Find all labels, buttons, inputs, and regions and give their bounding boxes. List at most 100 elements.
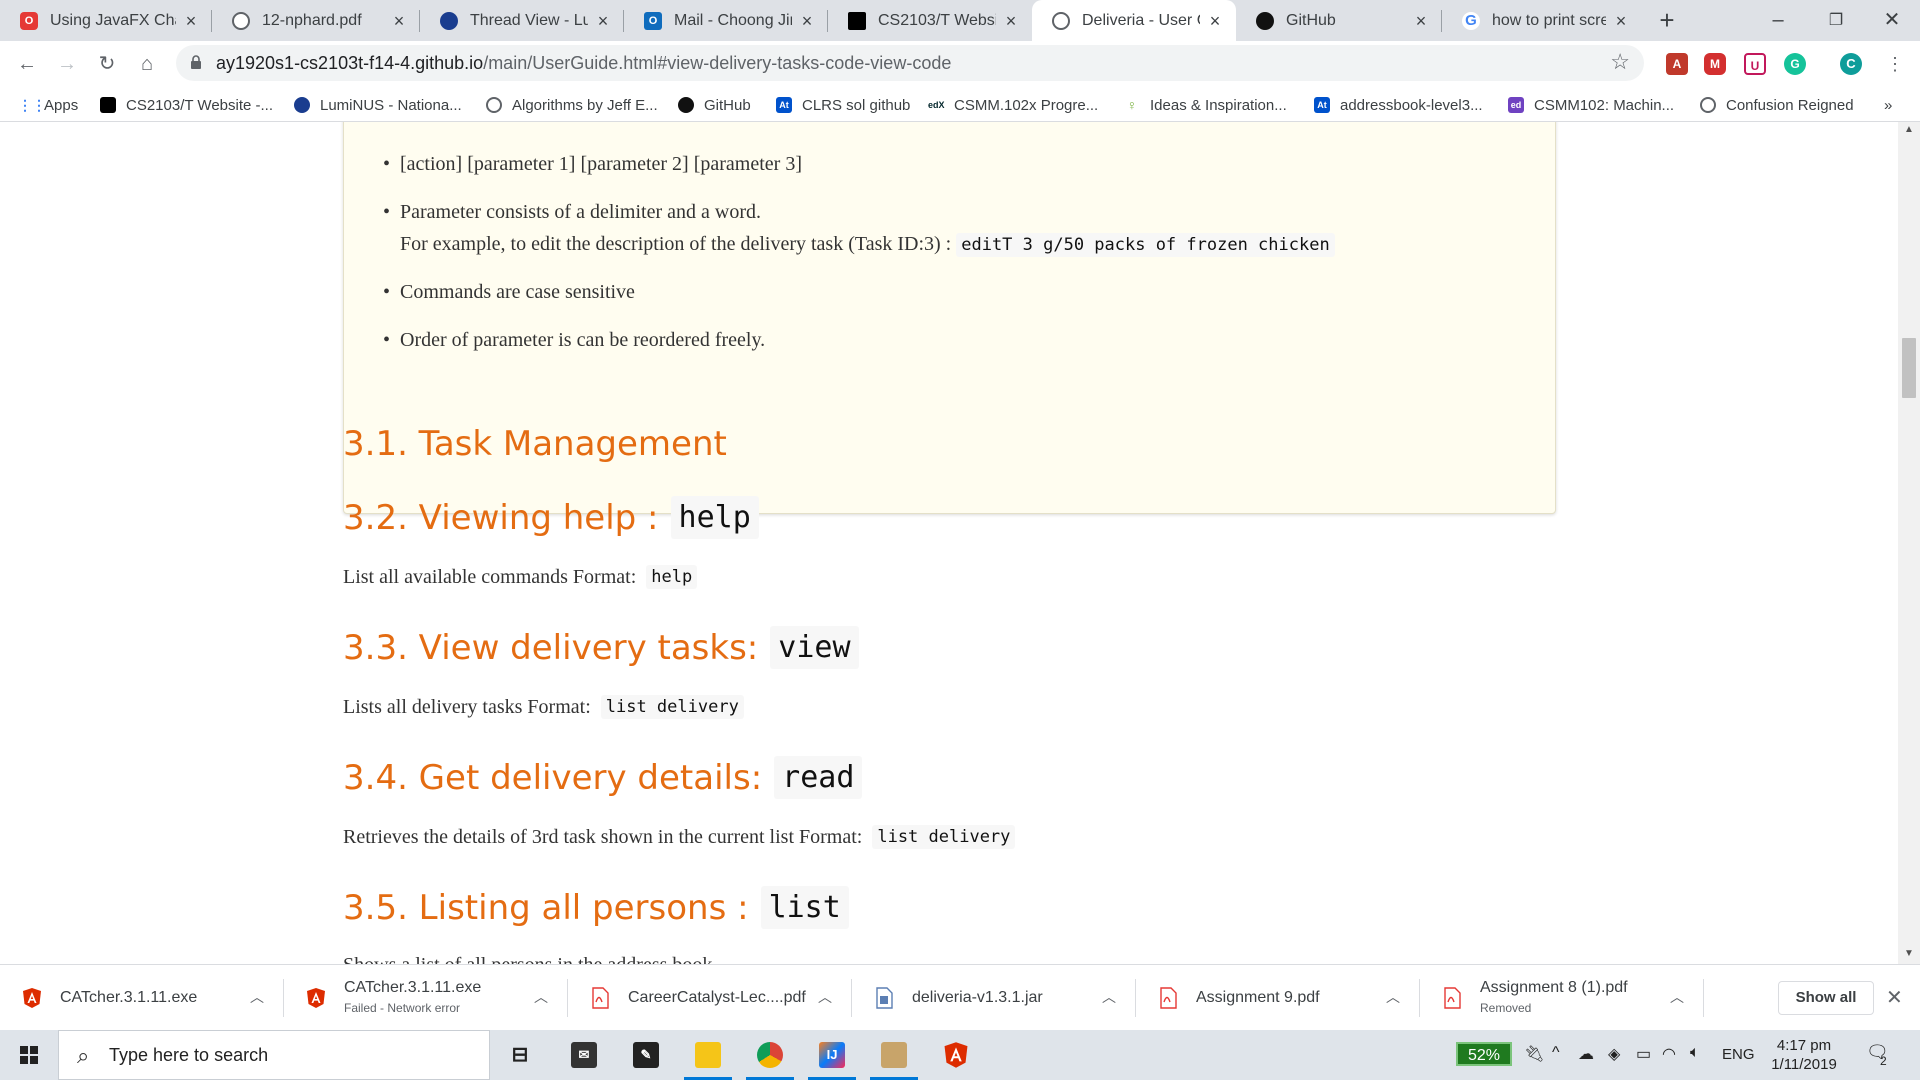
bookmark-algorithms[interactable]: Algorithms by Jeff E... <box>486 95 658 115</box>
tab-4[interactable]: CS2103/T Website × <box>828 0 1032 41</box>
download-item[interactable]: Assignment 8 (1).pdf Removed ︿ <box>1420 965 1704 1031</box>
system-clock[interactable]: 4:17 pm 1/11/2019 <box>1764 1036 1844 1074</box>
taskbar-app-intellij[interactable]: IJ <box>804 1030 860 1080</box>
bookmark-star-icon[interactable]: ☆ <box>1610 49 1630 75</box>
tab-3[interactable]: O Mail - Choong Jin × <box>624 0 828 41</box>
task-view-button[interactable]: ⊟ <box>492 1030 548 1080</box>
taskbar-app-notes[interactable]: ✎ <box>618 1030 674 1080</box>
profile-avatar[interactable]: C <box>1840 53 1862 75</box>
grammarly-extension-icon[interactable]: G <box>1784 53 1806 75</box>
download-item[interactable]: CareerCatalyst-Lec....pdf ︿ <box>568 965 852 1031</box>
vertical-scrollbar[interactable]: ▲ ▼ <box>1898 122 1920 964</box>
note-bullet: Commands are case sensitive <box>383 281 635 304</box>
mcafee-extension-icon[interactable]: M <box>1704 53 1726 75</box>
bookmark-clrs[interactable]: At CLRS sol github <box>776 95 910 115</box>
pocket-extension-icon[interactable]: U <box>1744 53 1766 75</box>
cloud-icon[interactable]: ☁ <box>1578 1044 1594 1064</box>
download-item[interactable]: CATcher.3.1.11.exe Failed - Network erro… <box>284 965 568 1031</box>
bookmark-apps[interactable]: ⋮⋮ Apps <box>18 95 78 115</box>
chevron-up-icon[interactable]: ︿ <box>1102 987 1116 1007</box>
taskbar-app-chrome[interactable] <box>742 1030 798 1080</box>
tab-1[interactable]: 12-nphard.pdf × <box>212 0 420 41</box>
taskbar-app-file-explorer[interactable] <box>680 1030 736 1080</box>
close-icon[interactable]: × <box>1206 12 1224 30</box>
bookmark-csmm102[interactable]: ed CSMM102: Machin... <box>1508 95 1674 115</box>
close-icon[interactable]: ✕ <box>1886 985 1903 1010</box>
bookmark-csmm-edx[interactable]: edX CSMM.102x Progre... <box>928 95 1098 115</box>
section-text-3-3: Lists all delivery tasks Format: list de… <box>343 695 744 719</box>
close-window-button[interactable]: ✕ <box>1862 0 1920 41</box>
scroll-down-arrow-icon[interactable]: ▼ <box>1904 948 1914 959</box>
new-tab-button[interactable]: + <box>1652 6 1682 36</box>
download-item[interactable]: deliveria-v1.3.1.jar ︿ <box>852 965 1136 1031</box>
scroll-up-arrow-icon[interactable]: ▲ <box>1904 124 1914 135</box>
menu-kebab-icon[interactable]: ⋮ <box>1880 49 1910 79</box>
close-icon[interactable]: × <box>1412 12 1430 30</box>
address-bar[interactable]: ay1920s1-cs2103t-f14-4.github.io/main/Us… <box>176 45 1644 81</box>
chevron-up-icon[interactable]: ︿ <box>534 987 548 1007</box>
taskbar-app-catcher[interactable] <box>928 1030 984 1080</box>
tab-6[interactable]: GitHub × <box>1236 0 1442 41</box>
home-button[interactable]: ⌂ <box>132 49 162 79</box>
close-icon[interactable]: × <box>798 12 816 30</box>
intellij-icon: IJ <box>819 1042 845 1068</box>
tab-title: GitHub <box>1286 11 1336 29</box>
power-plug-icon[interactable]: 🔌︎ <box>1524 1044 1544 1064</box>
bookmark-luminus[interactable]: LumiNUS - Nationa... <box>294 95 462 115</box>
scrollbar-thumb[interactable] <box>1902 338 1916 398</box>
note-bullet: Parameter consists of a delimiter and a … <box>383 201 761 224</box>
download-item[interactable]: CATcher.3.1.11.exe ︿ <box>0 965 284 1031</box>
bookmark-label: Algorithms by Jeff E... <box>512 96 658 114</box>
bookmark-github[interactable]: GitHub <box>678 95 751 115</box>
chevron-up-icon[interactable]: ^ <box>1552 1044 1560 1062</box>
restore-button[interactable]: ❐ <box>1806 0 1866 41</box>
reload-button[interactable]: ↻ <box>92 49 122 79</box>
bookmarks-overflow-button[interactable]: » <box>1884 95 1892 115</box>
wifi-icon[interactable]: ◠ <box>1662 1044 1676 1064</box>
section-heading-3-4: 3.4. Get delivery details: read <box>343 756 863 799</box>
atlassian-icon: At <box>1314 97 1330 113</box>
minimize-button[interactable]: – <box>1748 0 1808 41</box>
show-all-button[interactable]: Show all <box>1778 981 1874 1015</box>
volume-icon[interactable]: 🔈︎ <box>1690 1044 1700 1062</box>
close-icon[interactable]: × <box>390 12 408 30</box>
download-item[interactable]: Assignment 9.pdf ︿ <box>1136 965 1420 1031</box>
language-indicator[interactable]: ENG <box>1722 1046 1755 1063</box>
tab-2[interactable]: Thread View - Lum × <box>420 0 624 41</box>
chevron-up-icon[interactable]: ︿ <box>250 987 264 1007</box>
graduation-cap-icon <box>848 11 866 30</box>
bookmark-confusion[interactable]: Confusion Reigned <box>1700 95 1854 115</box>
back-button[interactable]: ← <box>12 49 42 79</box>
inline-code: list delivery <box>872 825 1016 849</box>
globe-icon <box>1700 97 1716 113</box>
dropbox-icon[interactable]: ◈ <box>1608 1044 1620 1064</box>
section-text-3-4: Retrieves the details of 3rd task shown … <box>343 825 1016 849</box>
taskbar-app-contacts[interactable] <box>866 1030 922 1080</box>
chevron-up-icon[interactable]: ︿ <box>1386 987 1400 1007</box>
atlassian-icon: At <box>776 97 792 113</box>
bookmark-cs2103[interactable]: CS2103/T Website -... <box>100 95 273 115</box>
bookmark-ideas[interactable]: ♀ Ideas & Inspiration... <box>1124 95 1287 115</box>
taskbar-app-mail[interactable]: ✉ <box>556 1030 612 1080</box>
close-icon[interactable]: × <box>1002 12 1020 30</box>
chevron-up-icon[interactable]: ︿ <box>1670 987 1684 1007</box>
close-icon[interactable]: × <box>182 12 200 30</box>
acrobat-extension-icon[interactable]: A <box>1666 53 1688 75</box>
tab-7[interactable]: G how to print scree × <box>1442 0 1642 41</box>
battery-indicator[interactable]: 52% <box>1456 1042 1512 1066</box>
notification-center-button[interactable]: 🗨︎ 2 <box>1866 1042 1889 1068</box>
close-icon[interactable]: × <box>594 12 612 30</box>
battery-icon[interactable]: ▭ <box>1636 1044 1651 1064</box>
forward-button[interactable]: → <box>52 49 82 79</box>
url-text[interactable]: ay1920s1-cs2103t-f14-4.github.io/main/Us… <box>216 53 951 74</box>
tab-0[interactable]: O Using JavaFX Char × <box>0 0 212 41</box>
close-icon[interactable]: × <box>1612 12 1630 30</box>
chevron-up-icon[interactable]: ︿ <box>818 987 832 1007</box>
heading-code: view <box>770 626 859 669</box>
download-shelf: CATcher.3.1.11.exe ︿ CATcher.3.1.11.exe … <box>0 964 1920 1030</box>
heading-text: 3.4. Get delivery details: <box>343 757 763 798</box>
tab-5-active[interactable]: Deliveria - User Gu × <box>1032 0 1236 41</box>
taskbar-search-box[interactable]: ⌕ Type here to search <box>58 1030 490 1080</box>
bookmark-addressbook[interactable]: At addressbook-level3... <box>1314 95 1483 115</box>
start-button[interactable] <box>0 1030 58 1080</box>
